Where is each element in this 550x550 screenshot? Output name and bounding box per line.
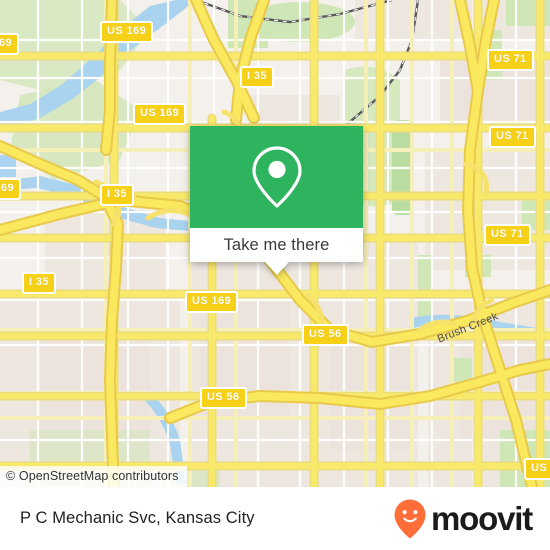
map-shield: US 56 [200, 387, 247, 409]
map-shield: 69 [0, 178, 22, 200]
map-shield: US 71 [487, 49, 534, 71]
callout-pointer-tail [264, 262, 289, 275]
callout-icon-panel [190, 126, 363, 228]
map-shield: US 169 [100, 21, 154, 43]
map-shield: I 35 [22, 272, 56, 294]
map-shield: US 56 [302, 324, 349, 346]
moovit-logo[interactable]: moovit [393, 498, 533, 540]
screenshot-root: 69 US 169 I 35 US 169 US 71 US 71 69 I 3… [0, 0, 550, 550]
callout-action-bar[interactable]: Take me there [190, 228, 363, 262]
moovit-smiley-pin-icon [394, 499, 426, 538]
map-shield: US 7 [524, 458, 550, 480]
map-shield: I 35 [240, 66, 274, 88]
map-shield: US 71 [484, 224, 531, 246]
moovit-wordmark: moovit [431, 500, 533, 537]
map-shield: US 71 [489, 126, 536, 148]
map-shield: US 169 [133, 103, 187, 125]
take-me-there-callout[interactable]: Take me there [190, 126, 363, 275]
place-title: P C Mechanic Svc, Kansas City [20, 509, 255, 527]
osm-attribution[interactable]: © OpenStreetMap contributors [0, 466, 187, 487]
take-me-there-label: Take me there [223, 235, 330, 254]
map-shield: 69 [0, 33, 20, 55]
map-pin-icon [251, 146, 302, 208]
footer-bar: P C Mechanic Svc, Kansas City moovit [0, 487, 550, 550]
map-shield: US 169 [185, 291, 239, 313]
map-shield: I 35 [100, 184, 134, 206]
